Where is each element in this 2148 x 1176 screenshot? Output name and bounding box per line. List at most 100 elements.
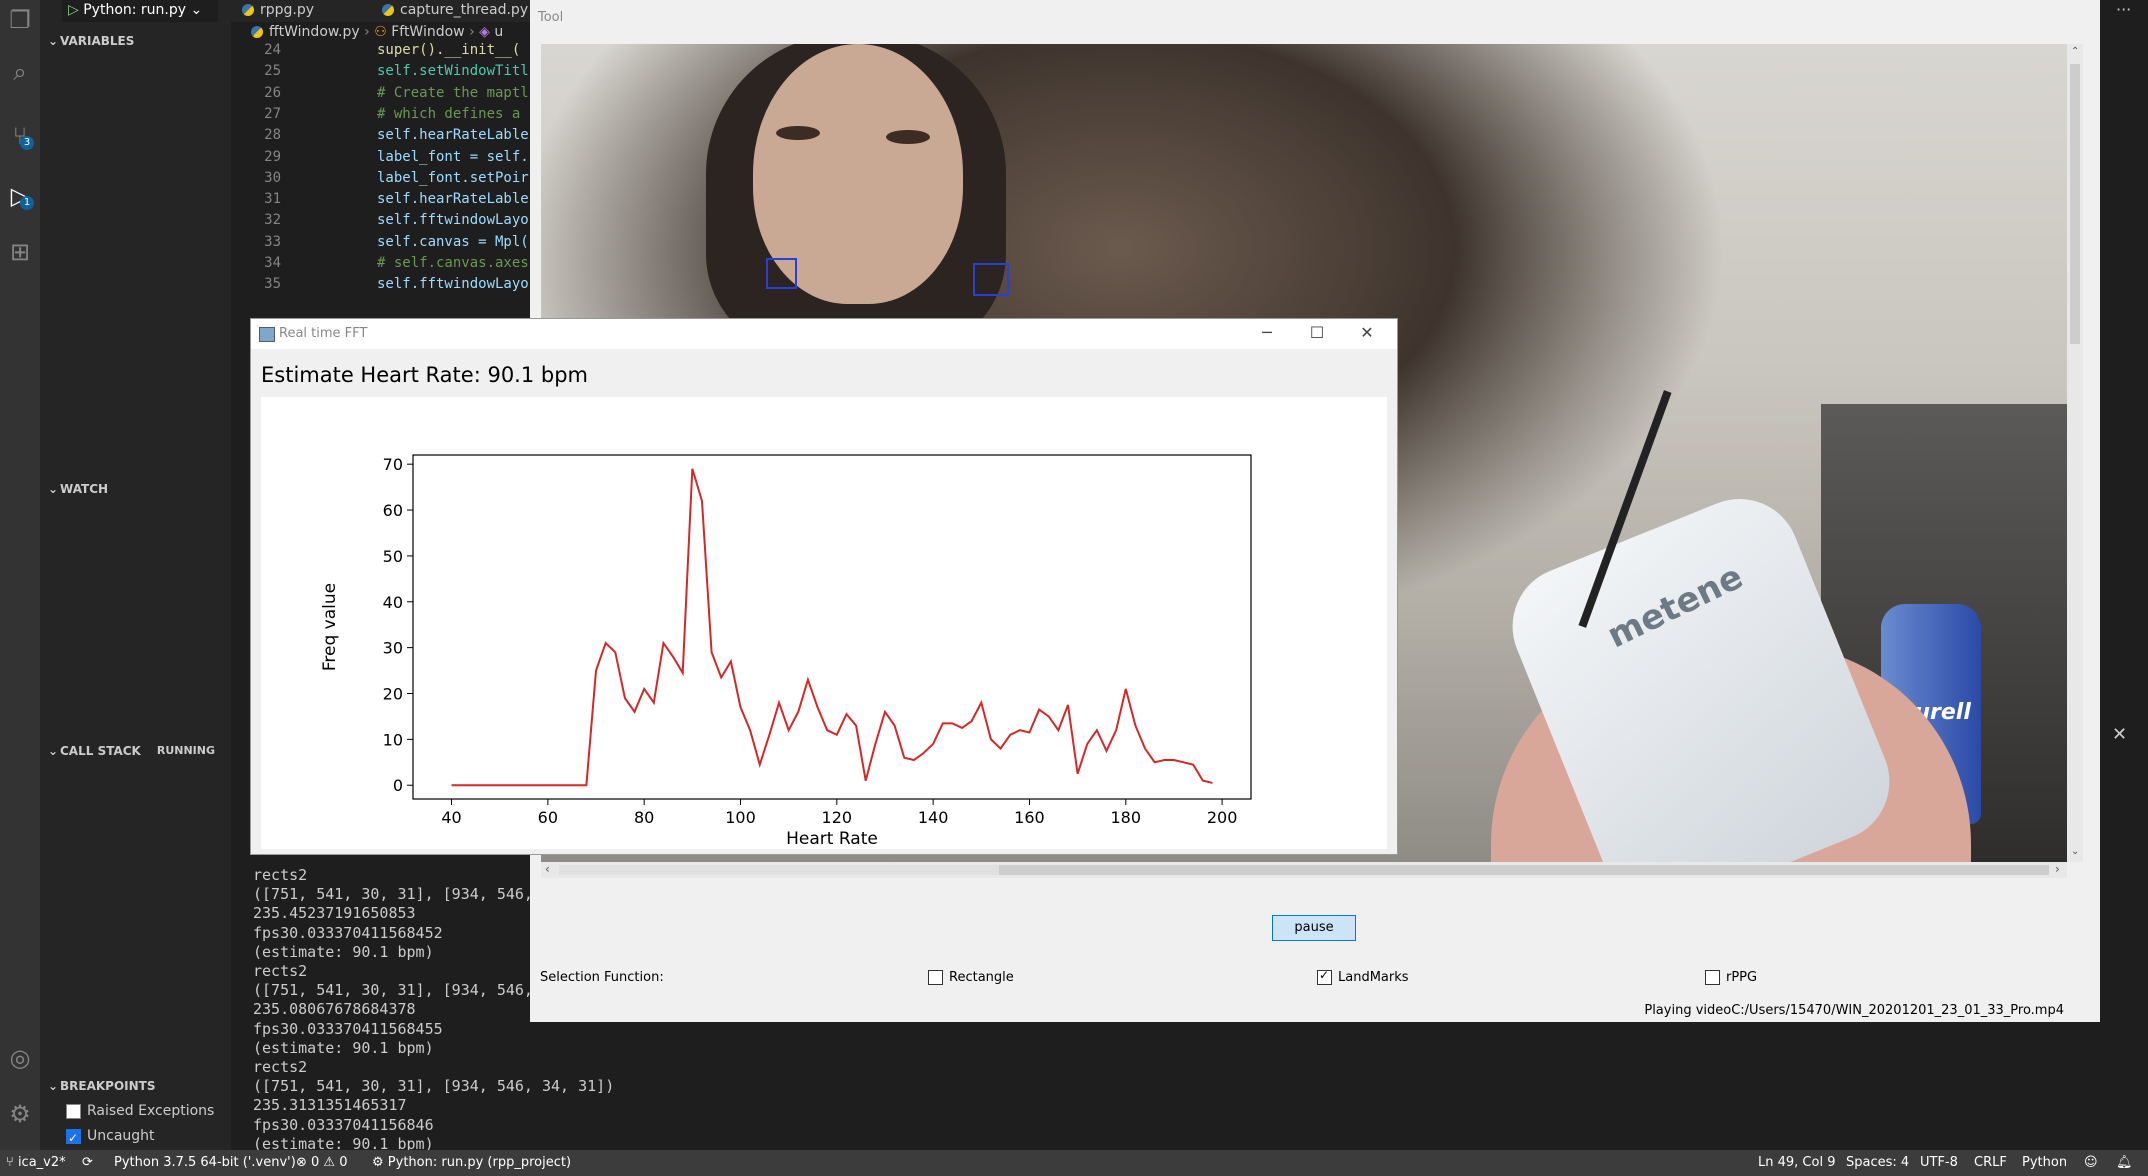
interpreter-status[interactable]: Python 3.7.5 64-bit ('.venv') xyxy=(114,1150,296,1176)
x-tick-label: 140 xyxy=(918,808,949,827)
code-line[interactable]: label_font.setPoir xyxy=(377,170,529,186)
code-line[interactable]: self.hearRateLable xyxy=(377,191,529,207)
extensions-icon[interactable]: ⊞ xyxy=(0,232,40,272)
minimize-icon[interactable]: ─ xyxy=(1247,323,1287,342)
video-horizontal-scrollbar[interactable]: ‹ › xyxy=(541,862,2067,878)
breakpoint-raised-exceptions[interactable]: Raised Exceptions xyxy=(66,1100,214,1122)
settings-gear-icon[interactable]: ⚙ xyxy=(0,1094,40,1134)
activity-bar: ❐ ⌕ ⑂ 3 ▷ 1 ⊞ ◎ ⚙ xyxy=(0,0,40,1150)
call-stack-section-header[interactable]: ⌄ CALL STACK RUNNING xyxy=(40,740,231,762)
close-panel-icon[interactable]: ✕ xyxy=(2112,724,2127,745)
source-control-icon[interactable]: ⑂ 3 xyxy=(0,116,40,156)
scroll-left-icon[interactable]: ‹ xyxy=(545,862,550,876)
checkbox[interactable] xyxy=(1317,968,1332,985)
playback-status: Playing videoC:/Users/15470/WIN_20201201… xyxy=(1644,1003,2064,1018)
console-line: (estimate: 90.1 bpm) xyxy=(253,1038,434,1057)
console-line: 235.08067678684378 xyxy=(253,1000,416,1019)
fft-plot-canvas: 40 60 80 100 120 140 160 180 200 0 10 20 30 40 50 60 70 H… xyxy=(261,397,1387,849)
encoding-status[interactable]: UTF-8 xyxy=(1920,1150,1958,1176)
y-tick-label: 60 xyxy=(383,501,403,520)
variables-section-header[interactable]: ⌄ VARIABLES xyxy=(40,30,231,52)
checkbox[interactable] xyxy=(66,1103,81,1119)
landmarks-checkbox[interactable]: LandMarks xyxy=(1317,968,1409,985)
cursor-position[interactable]: Ln 49, Col 9 xyxy=(1758,1150,1835,1176)
code-editor[interactable]: 24 super().__init__( 25 self.setWindowTitl 2… xyxy=(231,42,531,318)
class-icon: ⚇ xyxy=(374,24,387,40)
eol-status[interactable]: CRLF xyxy=(1974,1150,2007,1176)
status-bar: ⑂ ica_v2* ⟳ Python 3.7.5 64-bit ('.venv'… xyxy=(0,1150,2148,1176)
y-tick-label: 30 xyxy=(383,639,403,658)
scroll-right-icon[interactable]: › xyxy=(2055,862,2060,876)
video-vertical-scrollbar[interactable]: ⌃ ⌄ xyxy=(2067,44,2083,862)
line-number: 31 xyxy=(264,191,281,208)
scroll-down-icon[interactable]: ⌄ xyxy=(2071,846,2079,857)
x-tick-label: 180 xyxy=(1111,808,1142,827)
scroll-up-icon[interactable]: ⌃ xyxy=(2071,46,2079,57)
console-line: 235.45237191650853 xyxy=(253,904,416,923)
rppg-checkbox[interactable]: rPPG xyxy=(1705,970,1757,985)
line-number: 30 xyxy=(264,169,281,186)
heart-rate-label: Estimate Heart Rate: 90.1 bpm xyxy=(261,363,589,387)
console-line: rects2 xyxy=(253,1058,308,1076)
indentation-status[interactable]: Spaces: 4 xyxy=(1846,1150,1909,1176)
rectangle-checkbox[interactable]: Rectangle xyxy=(928,970,1014,985)
code-line[interactable]: self.fftwindowLayo xyxy=(377,276,529,292)
notifications-icon[interactable]: 🔔︎ xyxy=(2116,1150,2133,1176)
code-line[interactable]: # Create the maptl xyxy=(377,85,529,101)
scroll-thumb[interactable] xyxy=(999,865,2049,875)
search-icon[interactable]: ⌕ xyxy=(0,52,40,92)
code-line[interactable]: label_font = self. xyxy=(377,149,529,165)
close-icon[interactable]: ✕ xyxy=(1347,323,1387,342)
feedback-icon[interactable]: ☺ xyxy=(2084,1150,2098,1176)
console-line: fps30.03337041156846 xyxy=(253,1115,434,1134)
console-line: (estimate: 90.1 bpm) xyxy=(253,942,434,961)
tab-rppg[interactable]: rppg.py xyxy=(236,0,382,22)
line-number: 33 xyxy=(264,233,281,250)
debug-console[interactable]: rects2 ([751, 541, 30, 31], [934, 546, 32… xyxy=(231,858,614,1153)
code-line[interactable]: super().__init__( xyxy=(377,42,520,58)
eye-left xyxy=(776,126,820,140)
line-number: 26 xyxy=(264,84,281,101)
watch-section-header[interactable]: ⌄ WATCH xyxy=(40,478,231,500)
x-tick-label: 120 xyxy=(822,808,853,827)
code-line[interactable]: # which defines a xyxy=(377,106,520,122)
checkbox[interactable] xyxy=(1705,970,1720,985)
branch-status[interactable]: ⑂ ica_v2* xyxy=(6,1150,66,1176)
explorer-icon[interactable]: ❐ xyxy=(0,0,40,40)
fft-window-title: Real time FFT xyxy=(279,326,368,341)
code-line[interactable]: self.fftwindowLayo xyxy=(377,212,529,228)
fft-title-bar[interactable]: Real time FFT ─ ☐ ✕ xyxy=(251,319,1397,349)
tab-capture-thread[interactable]: capture_thread.py xyxy=(376,0,542,22)
line-number: 29 xyxy=(264,148,281,165)
pause-button[interactable]: pause xyxy=(1272,915,1356,941)
x-tick-label: 200 xyxy=(1207,808,1238,827)
tool-window-title: Tool xyxy=(538,10,564,25)
code-line[interactable]: # self.canvas.axes xyxy=(377,255,529,271)
checkbox[interactable] xyxy=(928,970,943,985)
maximize-icon[interactable]: ☐ xyxy=(1297,323,1337,342)
code-line[interactable]: self.hearRateLable xyxy=(377,127,529,143)
app-icon xyxy=(259,327,275,342)
code-line[interactable]: self.setWindowTitl xyxy=(377,63,529,79)
fft-window: Real time FFT ─ ☐ ✕ Estimate Heart Rate:… xyxy=(250,318,1398,855)
line-number: 25 xyxy=(264,63,281,80)
language-status[interactable]: Python xyxy=(2022,1150,2067,1176)
call-stack-status: RUNNING xyxy=(156,744,215,757)
sync-icon[interactable]: ⟳ xyxy=(82,1150,93,1176)
line-number: 24 xyxy=(264,42,281,58)
code-line[interactable]: self.canvas = Mpl( xyxy=(377,234,529,250)
checkbox[interactable] xyxy=(66,1127,81,1149)
breakpoints-section-header[interactable]: ⌄ BREAKPOINTS xyxy=(40,1075,231,1097)
debug-icon[interactable]: ▷ 1 xyxy=(0,176,40,216)
more-actions-icon[interactable]: ··· xyxy=(2116,0,2131,19)
debug-status[interactable]: ⚙ Python: run.py (rpp_project) xyxy=(372,1150,571,1176)
x-tick-label: 160 xyxy=(1014,808,1045,827)
breakpoint-uncaught-exceptions[interactable]: Uncaught Exceptio... xyxy=(66,1125,231,1166)
console-line: ([751, 541, 30, 31], [934, 546, 3 xyxy=(253,981,552,1000)
scroll-thumb[interactable] xyxy=(2070,64,2080,344)
line-number: 28 xyxy=(264,127,281,144)
problems-status[interactable]: ⊗ 0 ⚠ 0 xyxy=(296,1150,348,1176)
account-icon[interactable]: ◎ xyxy=(0,1038,40,1078)
python-file-icon xyxy=(242,4,254,16)
run-config-dropdown[interactable]: ▷ Python: run.py ⌄ xyxy=(62,0,218,22)
